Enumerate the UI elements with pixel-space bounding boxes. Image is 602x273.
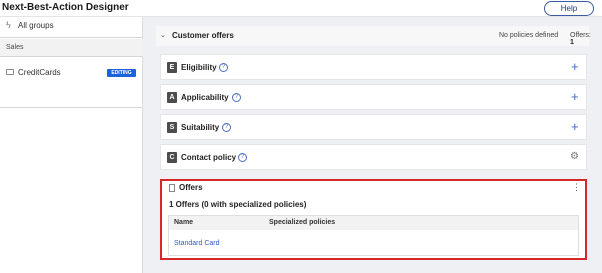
offers-count-value: 1 [570, 39, 574, 46]
card-title: Applicability [181, 93, 229, 102]
contact-policy-card: C Contact policy ? ⚙ [160, 144, 587, 170]
customer-offers-header[interactable]: ⌄ Customer offers No policies defined Of… [156, 26, 591, 46]
more-options-icon[interactable]: ⋮ [572, 182, 581, 193]
card-title: Eligibility [181, 63, 217, 72]
lightning-icon: ϟ [6, 20, 11, 30]
column-header-name[interactable]: Name [174, 219, 193, 226]
applicability-letter-icon: A [167, 92, 177, 103]
help-button[interactable]: Help [544, 1, 594, 16]
contact-policy-letter-icon: C [167, 152, 177, 163]
editing-badge: EDITING [107, 69, 136, 77]
info-icon[interactable]: ? [238, 153, 247, 162]
table-header: Name Specialized policies [169, 216, 578, 230]
card-title: Contact policy [181, 153, 237, 162]
add-icon[interactable]: + [571, 119, 579, 134]
offers-count: Offers: 1 [570, 32, 591, 46]
offers-count-label: Offers: [570, 32, 591, 39]
offer-name-link[interactable]: Standard Card [174, 240, 220, 247]
add-icon[interactable]: + [571, 89, 579, 104]
offers-panel: Offers ⋮ 1 Offers (0 with specialized po… [160, 179, 587, 260]
all-groups-item[interactable]: ϟ All groups [0, 17, 143, 38]
eligibility-card: E Eligibility ? + [160, 54, 587, 80]
top-bar: Next-Best-Action Designer Help [0, 0, 602, 17]
offers-panel-title: Offers [179, 183, 203, 192]
sidebar-item-label: CreditCards [18, 68, 61, 77]
section-title: Customer offers [172, 31, 234, 40]
policies-status: No policies defined [499, 32, 559, 39]
info-icon[interactable]: ? [232, 93, 241, 102]
gear-icon[interactable]: ⚙ [570, 151, 579, 162]
all-groups-label: All groups [18, 21, 54, 30]
applicability-card: A Applicability ? + [160, 84, 587, 110]
suitability-letter-icon: S [167, 122, 177, 133]
info-icon[interactable]: ? [222, 123, 231, 132]
offers-summary: 1 Offers (0 with specialized policies) [169, 200, 307, 209]
suitability-card: S Suitability ? + [160, 114, 587, 140]
main-content: ⌄ Customer offers No policies defined Of… [143, 17, 602, 273]
eligibility-letter-icon: E [167, 62, 177, 73]
info-icon[interactable]: ? [219, 63, 228, 72]
group-header-sales: Sales [0, 39, 143, 57]
card-title: Suitability [181, 123, 220, 132]
chevron-down-icon[interactable]: ⌄ [160, 31, 166, 39]
document-icon [169, 184, 175, 192]
add-icon[interactable]: + [571, 59, 579, 74]
app-title: Next-Best-Action Designer [2, 2, 129, 13]
card-icon [6, 69, 14, 75]
group-header-label: Sales [6, 44, 24, 51]
column-header-specialized-policies[interactable]: Specialized policies [269, 219, 335, 226]
offers-table: Name Specialized policies Standard Card [168, 215, 579, 256]
sidebar-item-creditcards[interactable]: CreditCards EDITING [0, 58, 143, 108]
sidebar: ϟ All groups Sales CreditCards EDITING [0, 17, 143, 273]
